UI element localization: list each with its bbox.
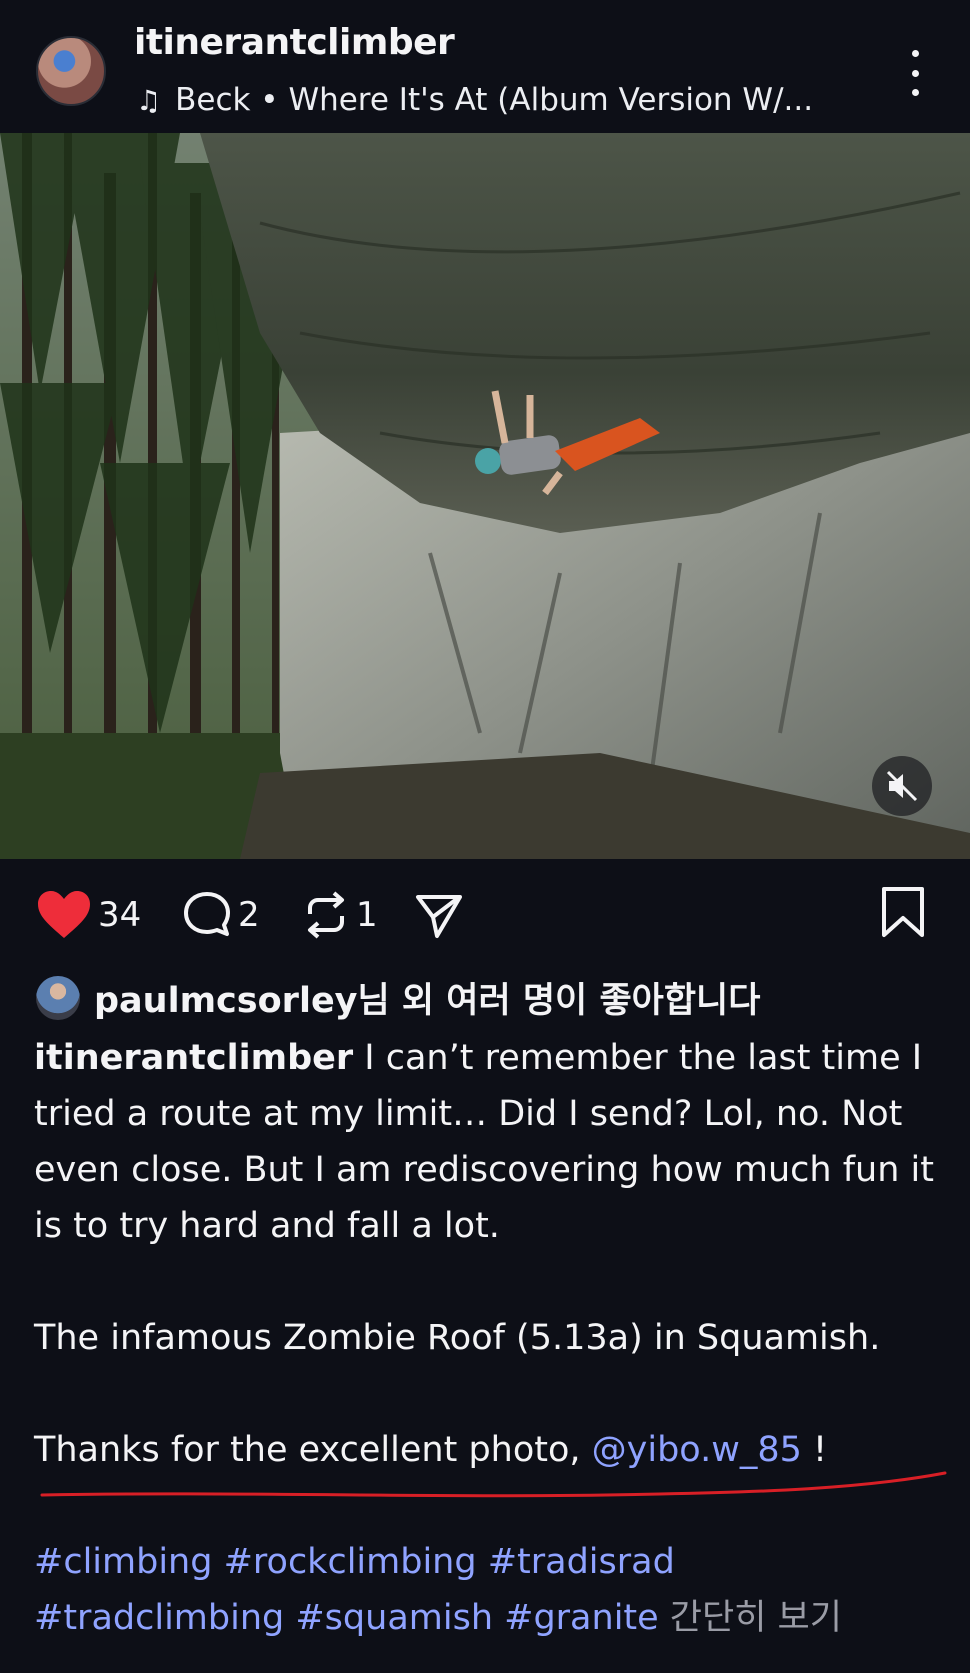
music-track-label: Beck • Where It's At (Album Version W/..… <box>175 82 814 118</box>
caption-author[interactable]: itinerantclimber <box>34 1038 353 1078</box>
music-attribution[interactable]: ♫ Beck • Where It's At (Album Version W/… <box>136 82 813 118</box>
climbing-photo-illustration <box>0 133 970 859</box>
music-note-icon: ♫ <box>136 83 162 117</box>
caption-location-line: The infamous Zombie Roof (5.13a) in Squa… <box>34 1318 881 1358</box>
see-less-link[interactable]: 간단히 보기 <box>659 1598 842 1638</box>
dot-icon <box>911 69 919 77</box>
post-actions: 34 2 1 <box>0 880 970 950</box>
liked-by-line[interactable]: paulmcsorley님 외 여러 명이 좋아합니다 <box>36 972 760 1023</box>
profile-avatar[interactable] <box>36 36 106 106</box>
speaker-muted-icon <box>886 770 918 802</box>
comment-button[interactable]: 2 <box>182 880 260 950</box>
liker-username[interactable]: paulmcsorley <box>94 981 358 1021</box>
mute-button[interactable] <box>872 756 932 816</box>
post-caption: itinerantclimber I can’t remember the la… <box>34 1030 944 1646</box>
red-underline-annotation <box>40 1471 947 1498</box>
dot-icon <box>911 50 919 57</box>
bookmark-icon <box>882 887 924 937</box>
repost-icon <box>308 891 344 939</box>
caption-paragraph: itinerantclimber I can’t remember the la… <box>34 1030 944 1254</box>
repost-button[interactable]: 1 <box>302 880 378 950</box>
like-button[interactable]: 34 <box>36 880 141 950</box>
liker-avatar <box>36 975 80 1020</box>
liked-by-suffix: 님 외 여러 명이 좋아합니다 <box>357 981 761 1021</box>
comment-bubble-icon <box>184 892 230 936</box>
send-icon <box>416 895 462 938</box>
bookmark-button[interactable] <box>880 886 926 942</box>
post-photo[interactable] <box>0 133 970 859</box>
likes-count: 34 <box>98 895 142 935</box>
hashtags-line-2-text[interactable]: #tradclimbing #squamish #granite <box>34 1598 659 1638</box>
post-username[interactable]: itinerantclimber <box>134 22 455 63</box>
hashtags-line-1[interactable]: #climbing #rockclimbing #tradisrad <box>34 1534 944 1590</box>
hashtags-line-2: #tradclimbing #squamish #granite 간단히 보기 <box>34 1590 944 1646</box>
dot-icon <box>911 89 919 96</box>
share-button[interactable] <box>414 880 464 950</box>
reposts-count: 1 <box>356 895 378 935</box>
heart-icon <box>38 891 90 938</box>
comments-count: 2 <box>238 895 260 935</box>
more-options-button[interactable] <box>902 50 928 96</box>
post-header: itinerantclimber ♫ Beck • Where It's At … <box>0 0 970 133</box>
